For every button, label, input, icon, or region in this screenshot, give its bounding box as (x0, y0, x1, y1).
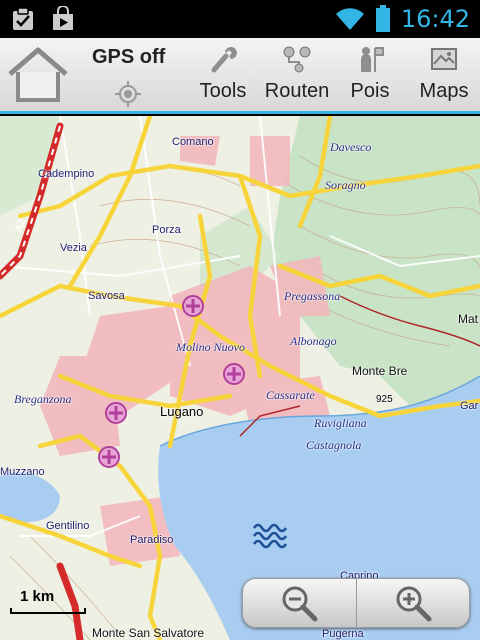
poi-icon (361, 47, 384, 72)
battery-icon (375, 5, 390, 32)
topographic-map[interactable]: Comano Davesco Soragno Cadempino Vezia P… (0, 116, 480, 640)
wifi-icon (335, 8, 364, 30)
place-label-cadempino: Cadempino (38, 168, 95, 180)
scale-bar (10, 608, 86, 614)
store-notification-icon (53, 6, 73, 30)
place-label-lugano: Lugano (160, 404, 204, 419)
maps-button[interactable]: Maps (414, 42, 474, 108)
place-label-soragno: Soragno (325, 178, 366, 192)
home-icon (8, 47, 68, 102)
place-label-davesco: Davesco (330, 140, 372, 154)
status-bar: 16:42 (0, 0, 480, 38)
place-label-cassarate: Cassarate (266, 388, 315, 402)
map-scale: 1 km (8, 588, 88, 614)
zoom-in-button[interactable] (355, 579, 470, 627)
place-label-muzzano: Muzzano (0, 466, 45, 478)
place-label-monte-san-salvatore: Monte San Salvatore (92, 626, 205, 640)
tools-label: Tools (199, 80, 247, 102)
pois-button[interactable]: Pois (346, 42, 394, 108)
place-label-vezia: Vezia (60, 242, 87, 254)
wrench-icon (211, 47, 237, 73)
place-label-paradiso: Paradiso (130, 534, 174, 546)
scale-label: 1 km (20, 588, 55, 605)
checklist-notification-icon (13, 7, 33, 30)
place-label-porza: Porza (152, 224, 181, 236)
place-label-castagnola: Castagnola (306, 438, 362, 452)
place-label-comano: Comano (172, 136, 214, 148)
zoom-in-icon (396, 586, 432, 622)
place-label-pugerna: Pugerna (322, 628, 364, 640)
pois-label: Pois (350, 80, 390, 102)
place-label-mat: Mat (458, 312, 479, 326)
zoom-controls (242, 578, 470, 628)
map-icon (431, 48, 457, 70)
routes-label: Routen (264, 80, 330, 102)
place-label-albonago: Albonago (290, 334, 337, 348)
home-button[interactable] (4, 44, 72, 106)
map-canvas (0, 116, 480, 640)
zoom-out-icon (282, 586, 318, 622)
place-label-gentilino: Gentilino (46, 520, 90, 532)
zoom-out-button[interactable] (243, 579, 356, 627)
place-label-monte-bre: Monte Bre (352, 364, 408, 378)
app-toolbar: GPS off Tools Routen Pois Maps (0, 38, 480, 114)
place-label-molino-nuovo: Molino Nuovo (176, 340, 245, 354)
place-label-ruvigliana: Ruvigliana (314, 416, 367, 430)
tools-button[interactable]: Tools (194, 42, 252, 108)
clock: 16:42 (400, 5, 470, 33)
place-label-breganzona: Breganzona (14, 392, 72, 406)
route-icon (283, 46, 311, 73)
gps-crosshair-icon (115, 81, 141, 107)
place-label-savosa: Savosa (88, 290, 125, 302)
place-label-pregassona: Pregassona (284, 289, 341, 303)
place-label-gar: Gar (460, 400, 479, 412)
routes-button[interactable]: Routen (262, 42, 332, 108)
maps-label: Maps (419, 80, 469, 102)
gps-status-label: GPS off (92, 46, 166, 68)
elevation-label: 925 (376, 394, 393, 405)
gps-status[interactable]: GPS off (92, 46, 168, 107)
